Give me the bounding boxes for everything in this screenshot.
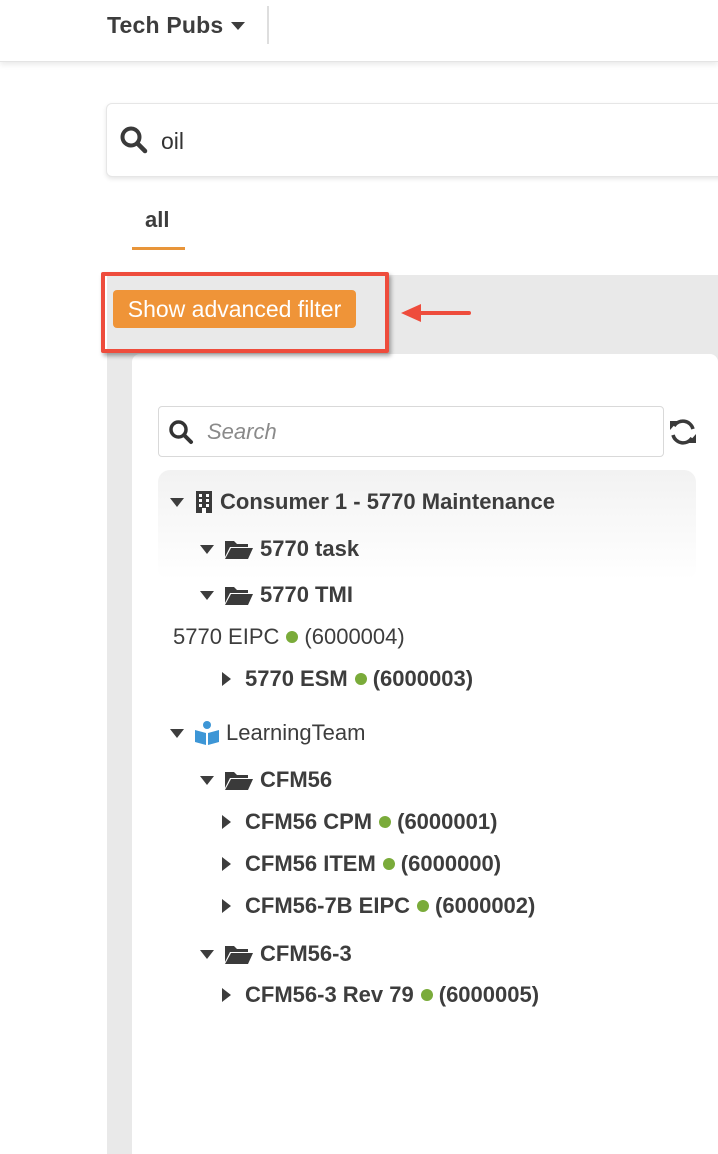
tree-node-document[interactable]: CFM56-3 Rev 79 (6000005) — [222, 979, 539, 1011]
building-icon — [196, 491, 212, 513]
folder-icon — [225, 946, 253, 964]
app-title: Tech Pubs — [107, 11, 224, 38]
main-search-input[interactable] — [161, 122, 681, 160]
divider — [267, 6, 269, 44]
tree-node-document[interactable]: 5770 ESM (6000003) — [222, 663, 473, 695]
tree-node-label: CFM56-3 Rev 79 — [245, 982, 414, 1007]
expand-caret-icon[interactable] — [222, 857, 231, 871]
refresh-icon[interactable] — [668, 417, 698, 447]
tree-node-consumer[interactable]: Consumer 1 - 5770 Maintenance — [170, 486, 555, 518]
expand-caret-icon[interactable] — [170, 497, 184, 507]
search-icon — [120, 126, 148, 154]
tree-node-folder[interactable]: CFM56 — [200, 764, 332, 796]
tree-node-label: 5770 EIPC — [173, 624, 280, 649]
tree-node-id: (6000001) — [397, 809, 498, 834]
tree-node-document[interactable]: 5770 EIPC (6000004) — [173, 621, 405, 653]
tree-node-team[interactable]: LearningTeam — [170, 717, 365, 749]
tree-node-label: CFM56-3 — [260, 941, 352, 966]
folder-icon — [225, 772, 253, 790]
expand-caret-icon[interactable] — [222, 899, 231, 913]
tree-node-document[interactable]: CFM56 CPM (6000001) — [222, 806, 497, 838]
tree-node-label: Consumer 1 - 5770 Maintenance — [220, 489, 556, 514]
tree-node-document[interactable]: CFM56-7B EIPC (6000002) — [222, 890, 535, 922]
expand-caret-icon[interactable] — [200, 544, 214, 554]
folder-icon — [225, 587, 253, 605]
expand-caret-icon[interactable] — [222, 672, 231, 686]
expand-caret-icon[interactable] — [222, 815, 231, 829]
expand-caret-icon[interactable] — [200, 775, 214, 785]
tree-node-label: 5770 ESM — [245, 666, 348, 691]
expand-caret-icon[interactable] — [222, 988, 231, 1002]
tree-node-label: 5770 TMI — [260, 582, 353, 607]
annotation-arrow-icon — [401, 304, 471, 322]
expand-caret-icon[interactable] — [200, 590, 214, 600]
status-dot — [382, 858, 395, 870]
tree-node-id: (6000003) — [372, 666, 474, 691]
tree-node-folder[interactable]: 5770 task — [200, 533, 359, 565]
tree-node-label: 5770 task — [260, 536, 360, 561]
tab-active-underline — [132, 247, 185, 250]
tree-search-box — [158, 406, 664, 457]
app-switcher[interactable]: Tech Pubs — [107, 10, 246, 40]
tree-node-label: LearningTeam — [226, 720, 366, 745]
status-dot — [379, 816, 392, 828]
expand-caret-icon[interactable] — [200, 949, 214, 959]
main-search-box — [106, 103, 718, 177]
caret-down-icon — [231, 22, 246, 30]
status-dot — [420, 989, 433, 1001]
tree-node-id: (6000004) — [304, 624, 405, 649]
tree-node-id: (6000000) — [400, 851, 502, 876]
show-advanced-filter-button[interactable]: Show advanced filter — [113, 290, 356, 328]
status-dot — [354, 673, 367, 685]
tree-node-label: CFM56 ITEM — [245, 851, 376, 876]
search-icon — [169, 420, 193, 444]
tab-all-label: all — [145, 207, 170, 232]
status-dot — [417, 900, 430, 912]
tree-node-id: (6000002) — [435, 893, 536, 918]
tab-all[interactable]: all — [132, 204, 185, 250]
tree-node-document[interactable]: CFM56 ITEM (6000000) — [222, 848, 501, 880]
tree-node-label: CFM56 — [260, 767, 333, 792]
tree-node-id: (6000005) — [438, 982, 540, 1007]
top-bar: Tech Pubs — [0, 0, 718, 62]
expand-caret-icon[interactable] — [170, 728, 184, 738]
tree-node-folder[interactable]: 5770 TMI — [200, 579, 353, 611]
book-person-icon — [195, 721, 219, 745]
tree-node-label: CFM56-7B EIPC — [245, 893, 411, 918]
tree-search-input[interactable] — [207, 417, 647, 447]
folder-icon — [225, 541, 253, 559]
tree-node-folder[interactable]: CFM56-3 — [200, 938, 352, 970]
status-dot — [286, 631, 299, 643]
tree-node-label: CFM56 CPM — [245, 809, 373, 834]
